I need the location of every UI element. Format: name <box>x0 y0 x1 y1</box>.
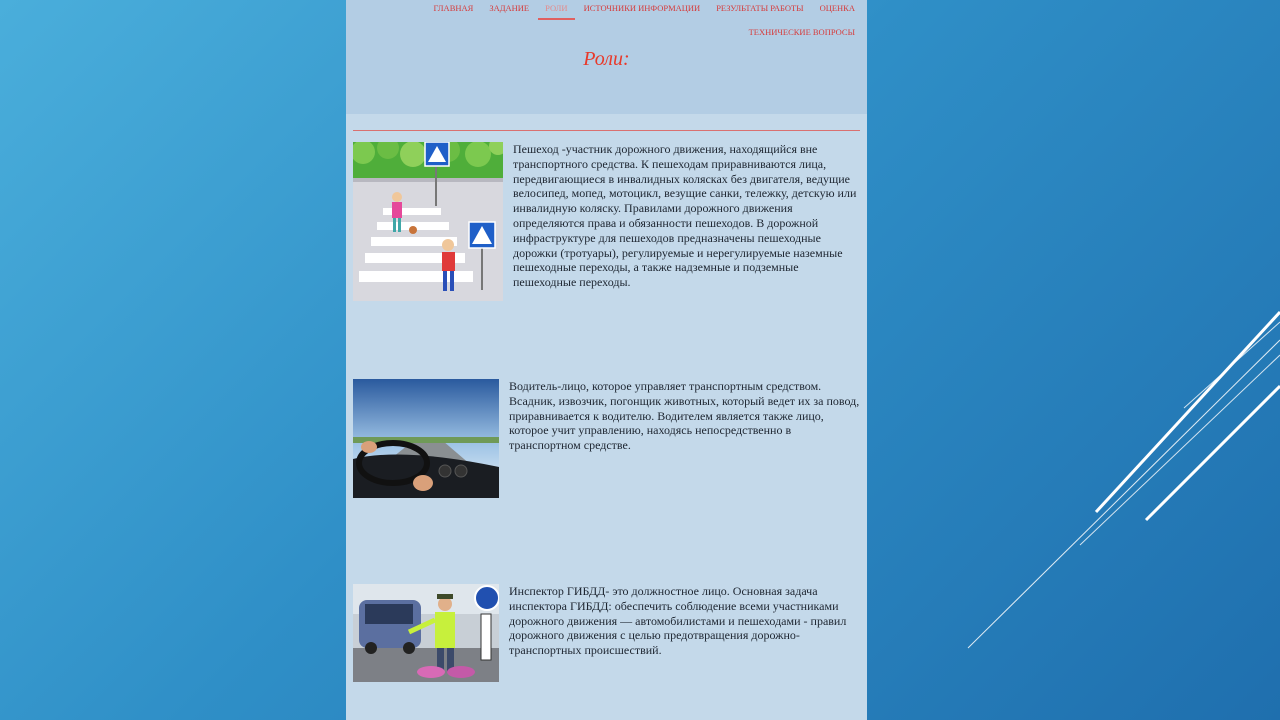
nav-item-sources[interactable]: ИСТОЧНИКИ ИНФОРМАЦИИ <box>584 0 701 20</box>
driver-image <box>353 379 499 498</box>
role-driver: Водитель-лицо, которое управляет транспо… <box>353 379 863 498</box>
role-pedestrian: Пешеход -участник дорожного движения, на… <box>353 142 860 301</box>
nav-item-home[interactable]: ГЛАВНАЯ <box>434 0 474 20</box>
nav-item-tech-questions[interactable]: ТЕХНИЧЕСКИЕ ВОПРОСЫ <box>749 20 855 44</box>
page-title: Роли: <box>583 48 630 70</box>
nav-item-task[interactable]: ЗАДАНИЕ <box>489 0 529 20</box>
pedestrian-description: Пешеход -участник дорожного движения, на… <box>513 142 857 290</box>
nav-item-results[interactable]: РЕЗУЛЬТАТЫ РАБОТЫ <box>716 0 803 20</box>
role-inspector: Инспектор ГИБДД- это должностное лицо. О… <box>353 584 865 682</box>
nav-item-evaluation[interactable]: ОЦЕНКА <box>820 0 855 20</box>
inspector-description: Инспектор ГИБДД- это должностное лицо. О… <box>509 584 847 658</box>
top-navigation: ГЛАВНАЯ ЗАДАНИЕ РОЛИ ИСТОЧНИКИ ИНФОРМАЦИ… <box>385 0 855 44</box>
inspector-image <box>353 584 499 682</box>
nav-item-roles[interactable]: РОЛИ <box>537 0 576 20</box>
web-page: ГЛАВНАЯ ЗАДАНИЕ РОЛИ ИСТОЧНИКИ ИНФОРМАЦИ… <box>346 0 867 720</box>
site-header: ГЛАВНАЯ ЗАДАНИЕ РОЛИ ИСТОЧНИКИ ИНФОРМАЦИ… <box>346 0 867 114</box>
divider <box>353 130 860 131</box>
pedestrian-crossing-image <box>353 142 503 301</box>
driver-description: Водитель-лицо, которое управляет транспо… <box>509 379 860 453</box>
